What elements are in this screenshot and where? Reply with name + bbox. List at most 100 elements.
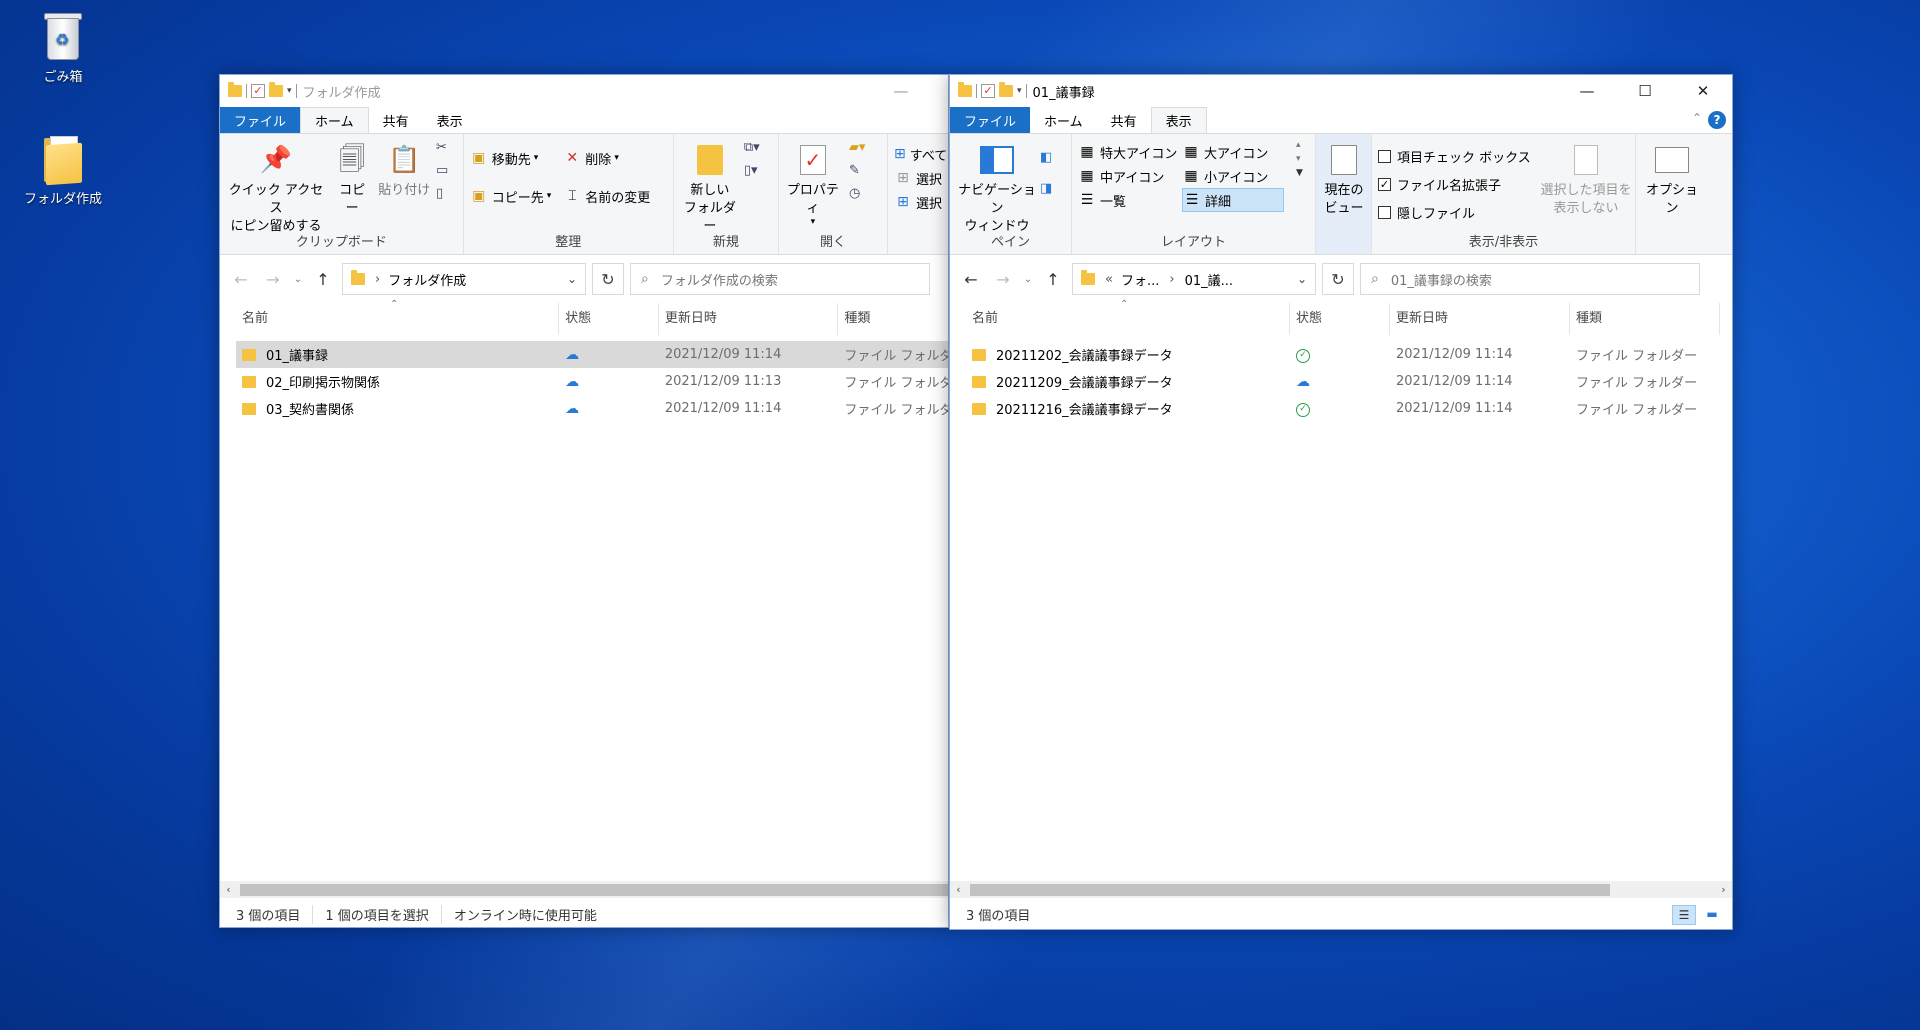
maximize-button[interactable]: ☐ [1616, 75, 1674, 107]
cut-icon[interactable]: ✂ [436, 140, 448, 155]
back-button[interactable]: ← [958, 270, 984, 289]
breadcrumb-item[interactable]: フォ... [1121, 270, 1159, 289]
options-button[interactable]: オプション [1642, 138, 1702, 218]
tab-home[interactable]: ホーム [300, 107, 369, 133]
scroll-left-icon[interactable]: ‹ [950, 883, 967, 896]
tab-share[interactable]: 共有 [369, 107, 423, 133]
new-item-icon[interactable]: ⧉▾ [744, 140, 760, 155]
address-dropdown-icon[interactable]: ⌄ [1297, 272, 1307, 286]
column-type[interactable]: 種類 [838, 303, 948, 335]
breadcrumb-item[interactable]: フォルダ作成 [388, 270, 466, 289]
refresh-button[interactable]: ↻ [1322, 263, 1354, 295]
search-box[interactable]: ⌕ 01_議事録の検索 [1360, 263, 1700, 295]
open-icon[interactable]: ▰▾ [849, 140, 866, 155]
paste-shortcut-icon[interactable]: ▯ [436, 186, 448, 201]
layout-large-icons[interactable]: ▦ 大アイコン [1182, 140, 1286, 164]
pin-quick-access-button[interactable]: 📌 クイック アクセス にピン留めする [226, 138, 326, 236]
layout-scroll-up-icon[interactable]: ▴ [1296, 140, 1303, 150]
up-button[interactable]: ↑ [1040, 270, 1066, 289]
paste-button[interactable]: 📋 貼り付け [378, 138, 430, 200]
copy-path-icon[interactable]: ▭ [436, 163, 448, 178]
maximize-button[interactable]: ☐ [930, 75, 948, 107]
easy-access-icon[interactable]: ▯▾ [744, 163, 760, 178]
invert-selection-button[interactable]: ⊞ 選択 [894, 190, 942, 214]
properties-button[interactable]: ✓ プロパティ ▾ [785, 138, 841, 227]
properties-check-icon[interactable]: ✓ [981, 84, 995, 98]
copy-button[interactable]: 🗐 コピー [334, 138, 370, 218]
tab-view[interactable]: 表示 [1150, 107, 1207, 133]
table-row[interactable]: 20211202_会議議事録データ ✓ 2021/12/09 11:14 ファイ… [966, 341, 1732, 368]
collapse-ribbon-icon[interactable]: ⌃ [1692, 111, 1702, 125]
properties-check-icon[interactable]: ✓ [251, 84, 265, 98]
hide-selected-button[interactable]: 選択した項目を 表示しない [1538, 138, 1634, 218]
breadcrumb-overflow[interactable]: « [1105, 272, 1113, 287]
preview-pane-icon[interactable]: ◧ [1040, 150, 1052, 165]
delete-button[interactable]: ✕ 削除 ▾ [563, 146, 650, 170]
new-folder-icon[interactable] [269, 82, 283, 97]
move-to-button[interactable]: ▣ 移動先 ▾ [470, 146, 552, 170]
refresh-button[interactable]: ↻ [592, 263, 624, 295]
desktop-icon-folder[interactable]: フォルダ作成 [18, 134, 108, 207]
copy-to-button[interactable]: ▣ コピー先 ▾ [470, 184, 551, 208]
forward-button[interactable]: → [260, 270, 286, 289]
tab-file[interactable]: ファイル [220, 107, 301, 133]
tab-home[interactable]: ホーム [1030, 107, 1097, 133]
tab-file[interactable]: ファイル [950, 107, 1031, 133]
close-button[interactable]: ✕ [1674, 75, 1732, 107]
column-type[interactable]: 種類 [1570, 302, 1720, 335]
edit-icon[interactable]: ✎ [849, 163, 866, 178]
details-pane-icon[interactable]: ◨ [1040, 181, 1052, 196]
navigation-pane-button[interactable]: ナビゲーション ウィンドウ [956, 138, 1038, 236]
tab-view[interactable]: 表示 [423, 107, 477, 133]
tab-share[interactable]: 共有 [1097, 107, 1151, 133]
select-all-button[interactable]: ⊞ すべて [894, 142, 947, 166]
search-box[interactable]: ⌕ フォルダ作成の検索 [630, 263, 930, 295]
scroll-thumb[interactable] [240, 884, 948, 896]
minimize-button[interactable]: — [1558, 75, 1616, 107]
horizontal-scrollbar[interactable]: ‹ [220, 881, 948, 898]
layout-list[interactable]: ☰ 一覧 [1078, 188, 1182, 212]
rename-button[interactable]: ⌶ 名前の変更 [563, 184, 650, 208]
column-status[interactable]: 状態 [1290, 302, 1390, 335]
group-label: 表示/非表示 [1468, 235, 1539, 250]
layout-details[interactable]: ☰ 詳細 [1182, 188, 1284, 212]
back-button[interactable]: ← [228, 270, 254, 289]
recent-locations-icon[interactable]: ⌄ [292, 274, 304, 285]
breadcrumb-item[interactable]: 01_議... [1185, 270, 1233, 289]
new-folder-icon[interactable] [999, 82, 1013, 97]
customize-dropdown-icon[interactable]: ▾ [1017, 86, 1022, 96]
column-modified[interactable]: 更新日時 [659, 302, 839, 335]
horizontal-scrollbar[interactable]: ‹ › [950, 881, 1732, 898]
layout-small-icons[interactable]: ▦ 小アイコン [1182, 164, 1286, 188]
address-dropdown-icon[interactable]: ⌄ [567, 272, 577, 286]
forward-button[interactable]: → [990, 270, 1016, 289]
column-modified[interactable]: 更新日時 [1390, 302, 1570, 335]
layout-medium-icons[interactable]: ▦ 中アイコン [1078, 164, 1182, 188]
table-row[interactable]: 03_契約書関係 ☁ 2021/12/09 11:14 ファイル フォルダー [236, 395, 948, 422]
table-row[interactable]: 02_印刷掲示物関係 ☁ 2021/12/09 11:13 ファイル フォルダー [236, 368, 948, 395]
scroll-thumb[interactable] [970, 884, 1610, 896]
current-view-button[interactable]: 現在の ビュー [1322, 138, 1366, 218]
new-folder-button[interactable]: 新しい フォルダー [680, 138, 740, 236]
minimize-button[interactable]: — [872, 75, 930, 107]
layout-scroll-down-icon[interactable]: ▾ [1296, 154, 1303, 164]
desktop-icon-recycle-bin[interactable]: ♻ ごみ箱 [18, 10, 108, 85]
select-none-button[interactable]: ⊞ 選択 [894, 166, 942, 190]
table-row[interactable]: 20211209_会議議事録データ ☁ 2021/12/09 11:14 ファイ… [966, 368, 1732, 395]
large-icons-view-toggle[interactable]: ▬ [1700, 905, 1724, 925]
address-bar[interactable]: « フォ... › 01_議... ⌄ [1072, 263, 1316, 295]
layout-expand-icon[interactable]: ▼ [1296, 168, 1303, 178]
help-icon[interactable]: ? [1708, 111, 1726, 129]
scroll-left-icon[interactable]: ‹ [220, 883, 237, 896]
history-icon[interactable]: ◷ [849, 186, 866, 201]
customize-dropdown-icon[interactable]: ▾ [287, 86, 292, 96]
address-bar[interactable]: › フォルダ作成 ⌄ [342, 263, 586, 295]
recent-locations-icon[interactable]: ⌄ [1022, 274, 1034, 285]
column-status[interactable]: 状態 [559, 302, 659, 335]
scroll-right-icon[interactable]: › [1715, 883, 1732, 896]
up-button[interactable]: ↑ [310, 270, 336, 289]
table-row[interactable]: 01_議事録 ☁ 2021/12/09 11:14 ファイル フォルダー [236, 341, 948, 368]
table-row[interactable]: 20211216_会議議事録データ ✓ 2021/12/09 11:14 ファイ… [966, 395, 1732, 422]
details-view-toggle[interactable]: ☰ [1672, 905, 1696, 925]
layout-extra-large-icons[interactable]: ▦ 特大アイコン [1078, 140, 1182, 164]
